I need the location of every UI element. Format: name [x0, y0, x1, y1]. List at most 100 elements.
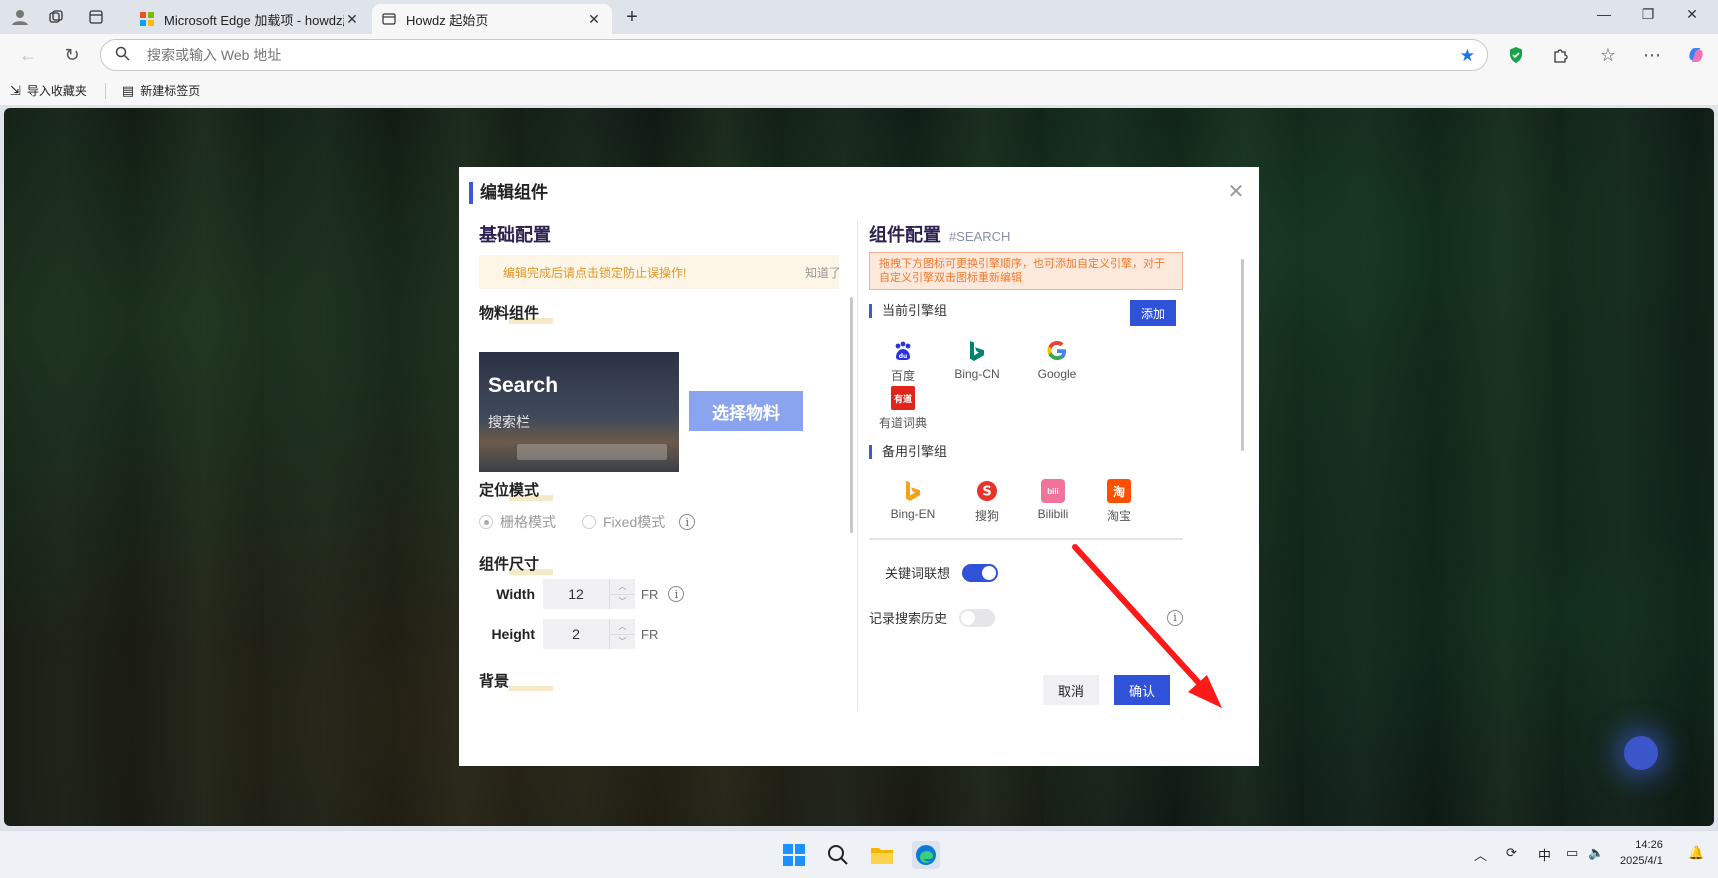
keyword-suggest-toggle[interactable]	[962, 563, 999, 582]
favorite-star-icon[interactable]: ★	[1460, 46, 1475, 66]
new-tab-favorite[interactable]: ▤ 新建标签页	[122, 82, 200, 99]
info-icon[interactable]: i	[1167, 609, 1183, 626]
restore-icon[interactable]: ❐	[1636, 6, 1660, 23]
toggle-label: 记录搜索历史	[869, 611, 948, 626]
grid-mode-radio[interactable]	[479, 515, 493, 529]
shield-icon[interactable]	[1504, 43, 1528, 67]
engine-name: Bing-CN	[954, 367, 1000, 381]
right-scrollbar[interactable]	[1241, 259, 1244, 451]
height-input[interactable]	[543, 619, 609, 649]
info-icon[interactable]: i	[668, 586, 685, 602]
dialog-title: 编辑组件	[469, 182, 548, 204]
engine-youdao[interactable]: 有道 有道词典	[871, 386, 935, 431]
ime-indicator[interactable]: 中	[1538, 845, 1551, 864]
component-config-heading: 组件配置 #SEARCH	[869, 221, 1010, 247]
cancel-button[interactable]: 取消	[1043, 675, 1099, 705]
profile-icon[interactable]	[8, 5, 32, 29]
add-engine-button[interactable]: 添加	[1130, 300, 1176, 326]
address-bar[interactable]: ★	[100, 39, 1488, 71]
show-hidden-icons[interactable]: ︿	[1474, 845, 1487, 864]
engine-name: 淘宝	[1106, 509, 1131, 523]
confirm-button[interactable]: 确认	[1114, 675, 1170, 705]
tab-edge-addons[interactable]: Microsoft Edge 加载项 - howdz起 ✕	[130, 4, 370, 34]
svg-text:du: du	[899, 353, 908, 360]
close-tab-icon[interactable]: ✕	[586, 11, 602, 28]
notifications-icon[interactable]: 🔔	[1688, 845, 1704, 861]
windows-start-icon[interactable]	[780, 841, 808, 869]
floating-action-button[interactable]	[1624, 736, 1658, 770]
clock-time: 14:26	[1635, 839, 1663, 851]
decrement-icon[interactable]: ﹀	[610, 635, 635, 650]
material-preview: Search 搜索栏	[479, 352, 679, 472]
width-stepper: ︿﹀	[543, 579, 635, 609]
back-icon[interactable]: ←	[16, 43, 40, 67]
import-icon: ⇲	[10, 82, 21, 98]
engine-name: 有道词典	[878, 416, 927, 430]
volume-icon[interactable]: 🔈	[1588, 845, 1604, 861]
engine-bilibili[interactable]: bili Bilibili	[1021, 479, 1085, 521]
taobao-icon: 淘	[1107, 479, 1131, 503]
engine-taobao[interactable]: 淘 淘宝	[1087, 479, 1151, 524]
basic-config-panel: 基础配置 编辑完成后请点击锁定防止误操作! 知道了 物料组件 Search 搜索…	[479, 221, 839, 691]
favorites-icon[interactable]: ☆	[1596, 43, 1620, 67]
update-icon[interactable]: ⟳	[1506, 845, 1517, 861]
favorites-bar: ⇲ 导入收藏夹 ▤ 新建标签页	[0, 76, 1718, 106]
address-input[interactable]	[147, 47, 1487, 63]
refresh-icon[interactable]: ↻	[60, 43, 84, 67]
new-tab-icon[interactable]: +	[620, 6, 644, 29]
copilot-icon[interactable]	[1684, 43, 1708, 67]
search-history-toggle[interactable]	[959, 608, 996, 627]
info-icon[interactable]: i	[679, 514, 696, 530]
close-tab-icon[interactable]: ✕	[344, 11, 360, 28]
grid-mode-label: 栅格模式	[500, 514, 556, 530]
width-unit: FR	[641, 586, 659, 602]
favorite-label: 导入收藏夹	[26, 84, 87, 98]
basic-config-heading: 基础配置	[479, 225, 551, 245]
engine-google[interactable]: Google	[1025, 339, 1089, 381]
bing-icon	[965, 339, 989, 363]
select-material-button[interactable]: 选择物料	[689, 391, 803, 431]
import-favorites[interactable]: ⇲ 导入收藏夹	[10, 82, 87, 99]
engine-sogou[interactable]: S 搜狗	[955, 479, 1019, 524]
keyword-suggest-row: 关键词联想	[869, 563, 1183, 582]
close-icon[interactable]: ✕	[1225, 179, 1247, 204]
file-explorer-icon[interactable]	[868, 841, 896, 869]
width-label: Width	[496, 586, 535, 602]
more-icon[interactable]: ⋯	[1640, 43, 1664, 67]
close-window-icon[interactable]: ✕	[1680, 6, 1704, 23]
fixed-mode-radio[interactable]	[582, 515, 596, 529]
extensions-icon[interactable]	[1548, 43, 1572, 67]
notice-dismiss-link[interactable]: 知道了	[805, 264, 839, 281]
notice-text: 编辑完成后请点击锁定防止误操作!	[503, 265, 687, 280]
search-icon[interactable]	[824, 841, 852, 869]
increment-icon[interactable]: ︿	[610, 579, 635, 595]
decrement-icon[interactable]: ﹀	[610, 595, 635, 610]
baidu-icon: du	[891, 339, 915, 363]
tab-howdz[interactable]: Howdz 起始页 ✕	[372, 4, 612, 34]
preview-subtitle: 搜索栏	[488, 414, 530, 430]
engine-bing-en[interactable]: Bing-EN	[881, 479, 945, 521]
sogou-icon: S	[975, 479, 999, 503]
engine-name: 百度	[890, 369, 915, 383]
edge-icon[interactable]	[912, 841, 940, 869]
engine-bing-cn[interactable]: Bing-CN	[945, 339, 1009, 381]
toggle-label: 关键词联想	[885, 566, 951, 581]
backup-engine-group-heading: 备用引擎组	[869, 445, 947, 459]
increment-icon[interactable]: ︿	[610, 619, 635, 635]
tab-actions-icon[interactable]	[84, 5, 108, 29]
width-input[interactable]	[543, 579, 609, 609]
network-icon[interactable]: ▭	[1566, 845, 1578, 861]
preview-title: Search	[488, 374, 559, 397]
clock[interactable]: 14:26 2025/4/1	[1620, 837, 1663, 869]
clock-date: 2025/4/1	[1620, 855, 1663, 867]
left-scrollbar[interactable]	[850, 297, 853, 533]
fixed-mode-label: Fixed模式	[603, 514, 666, 530]
workspaces-icon[interactable]	[44, 5, 68, 29]
size-heading: 组件尺寸	[479, 553, 554, 575]
engine-baidu[interactable]: du 百度	[871, 339, 935, 384]
bing-icon	[901, 479, 925, 503]
minimize-icon[interactable]: —	[1592, 6, 1616, 22]
component-config-title: 组件配置	[869, 225, 941, 245]
edit-component-dialog: 编辑组件 ✕ 基础配置 编辑完成后请点击锁定防止误操作! 知道了 物料组件 Se…	[459, 167, 1259, 766]
search-icon	[115, 46, 133, 64]
